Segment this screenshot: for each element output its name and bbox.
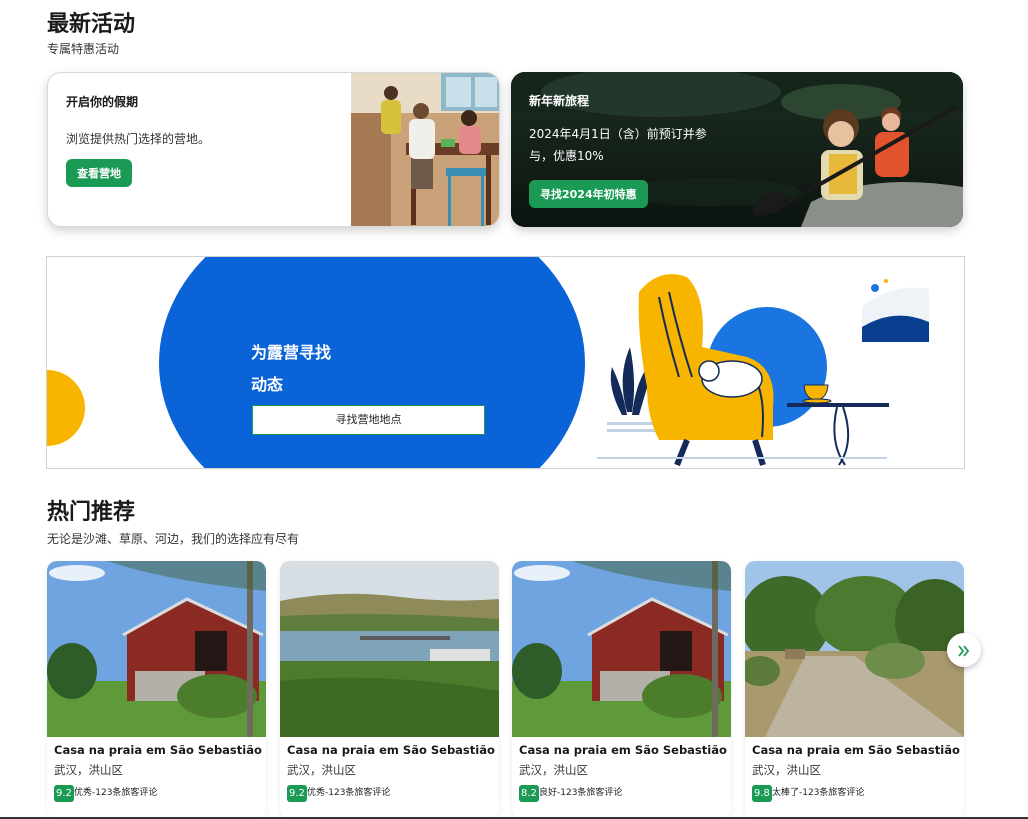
listing-location: 武汉，洪山区 [54, 763, 123, 777]
rating-review-text: 优秀-123条旅客评论 [307, 788, 391, 798]
listing-name[interactable]: Casa na praia em São Sebastião [54, 743, 262, 757]
view-campsites-button[interactable]: 查看营地 [66, 159, 132, 187]
promo-description-line: 与，优惠10% [529, 149, 604, 163]
promo-card-vacation[interactable]: 开启你的假期 浏览提供热门选择的营地。 查看营地 [47, 72, 500, 227]
rating-review-text: 良好-123条旅客评论 [539, 788, 623, 798]
promo-title: 开启你的假期 [66, 95, 139, 109]
find-campsite-location-button[interactable]: 寻找营地地点 [252, 405, 485, 435]
listing-card[interactable]: Casa na praia em São Sebastião 武汉，洪山区 9.… [280, 561, 499, 819]
listing-card[interactable]: Casa na praia em São Sebastião 武汉，洪山区 8.… [512, 561, 731, 819]
carousel-next-button[interactable] [947, 633, 981, 667]
rating-score-badge: 8.2 [519, 785, 539, 802]
latest-section-subtitle: 专属特惠活动 [47, 42, 120, 56]
listing-location: 武汉，洪山区 [519, 763, 588, 777]
lake-photo [280, 561, 499, 737]
rating-score-badge: 9.2 [54, 785, 74, 802]
find-2024-deals-button[interactable]: 寻找2024年初特惠 [529, 180, 648, 208]
listing-name[interactable]: Casa na praia em São Sebastião [752, 743, 960, 757]
listing-card[interactable]: Casa na praia em São Sebastião 武汉，洪山区 9.… [745, 561, 964, 819]
promo-description: 浏览提供热门选择的营地。 [66, 132, 211, 146]
gravel-path-photo [745, 561, 964, 737]
rating-review-text: 太棒了-123条旅客评论 [772, 788, 865, 798]
rating-score-badge: 9.2 [287, 785, 307, 802]
camping-banner: 为露营寻找 动态 寻找营地地点 [46, 256, 965, 469]
listing-name[interactable]: Casa na praia em São Sebastião [519, 743, 727, 757]
promo-description: 2024年4月1日（含）前预订并参 与，优惠10% [529, 123, 707, 167]
promo-card-new-year[interactable]: 新年新旅程 2024年4月1日（含）前预订并参 与，优惠10% 寻找2024年初… [511, 72, 963, 227]
banner-illustration [47, 257, 929, 468]
rating-score-badge: 9.8 [752, 785, 772, 802]
rating-review-text: 优秀-123条旅客评论 [74, 788, 158, 798]
latest-section-title: 最新活动 [47, 12, 136, 37]
banner-title-line: 动态 [251, 375, 284, 394]
popular-section-subtitle: 无论是沙滩、草原、河边，我们的选择应有尽有 [47, 532, 300, 546]
double-chevron-right-icon [958, 644, 970, 657]
listing-location: 武汉，洪山区 [287, 763, 356, 777]
popular-section-title: 热门推荐 [47, 500, 136, 525]
banner-title-line: 为露营寻找 [251, 343, 332, 362]
promo-description-line: 2024年4月1日（含）前预订并参 [529, 127, 707, 141]
banner-title: 为露营寻找 动态 [251, 337, 331, 401]
barn-photo [47, 561, 266, 737]
listing-name[interactable]: Casa na praia em São Sebastião [287, 743, 495, 757]
listing-location: 武汉，洪山区 [752, 763, 821, 777]
promo-title: 新年新旅程 [529, 94, 590, 108]
family-room-photo [351, 73, 499, 226]
listing-card[interactable]: Casa na praia em São Sebastião 武汉，洪山区 9.… [47, 561, 266, 819]
barn-photo [512, 561, 731, 737]
